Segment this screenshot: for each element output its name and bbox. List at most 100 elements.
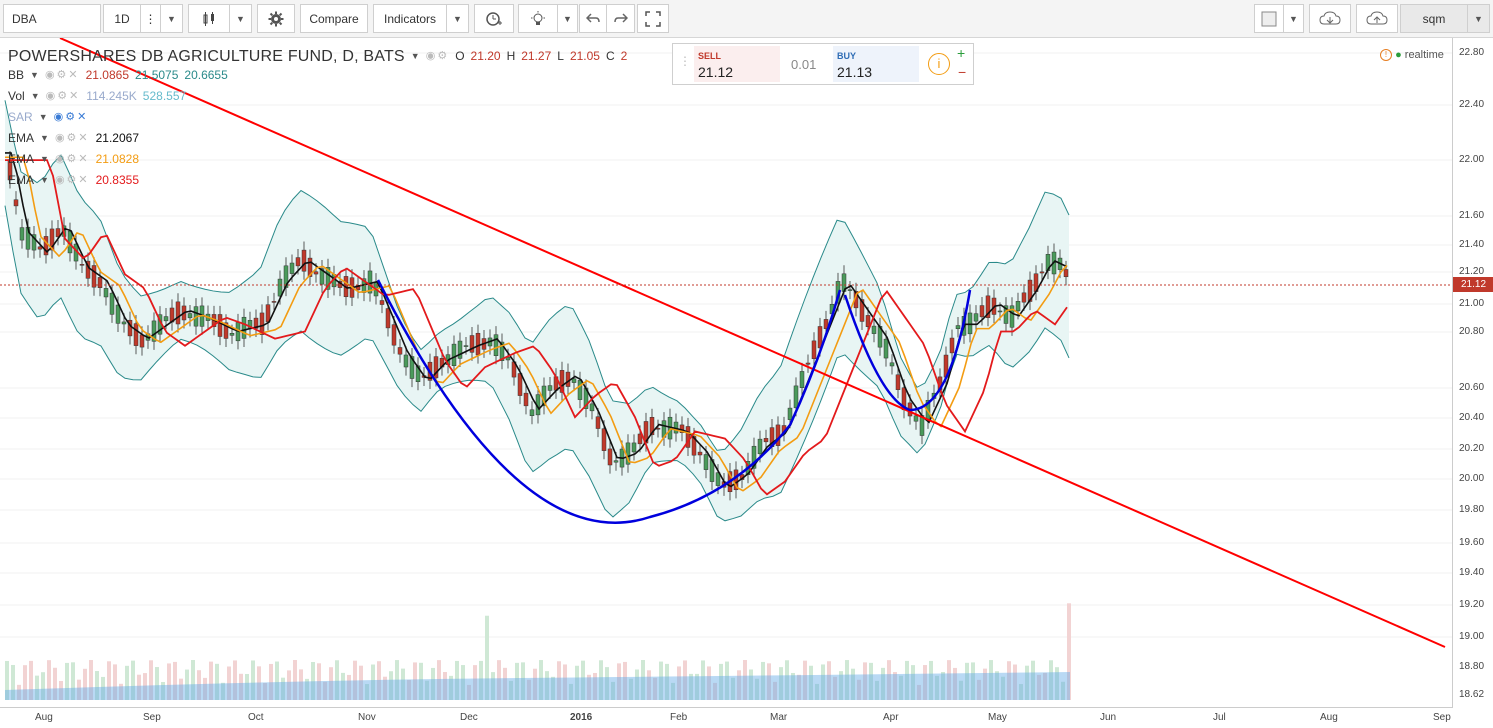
cloud-download-icon[interactable] [1309,4,1351,33]
symbol-input[interactable]: DBA [3,4,101,33]
vol-settings-icons[interactable]: ◉⚙✕ [46,86,81,107]
vol-dropdown-icon[interactable]: ▼ [31,86,40,107]
time-tick: Apr [883,712,899,723]
more-vert-icon[interactable]: ⋮ [141,4,161,33]
sell-button[interactable]: SELL 21.12 [694,46,780,82]
ema1-dropdown-icon[interactable]: ▼ [40,128,49,149]
gear-icon [268,11,284,26]
candle-body [271,301,277,303]
candle-body [79,264,85,266]
candle-body [847,289,853,291]
bb-settings-icons[interactable]: ◉⚙✕ [45,65,80,86]
price-tick: 21.20 [1459,266,1485,277]
compare-button[interactable]: Compare [300,4,368,33]
candle-body [19,227,25,241]
candle-body [955,325,961,330]
time-axis[interactable]: Aug Sep Oct Nov Dec 2016 Feb Mar Apr May Jun Jul Aug… [0,707,1452,728]
candle-body [163,316,169,322]
candle-body [97,277,103,288]
ema3-dropdown-icon[interactable]: ▼ [40,170,49,191]
candle-body [1063,269,1069,278]
ema1-label: EMA [8,131,35,145]
info-icon[interactable]: i [928,53,950,75]
title-settings-icons[interactable]: ◉⚙ [426,46,449,67]
interval-button[interactable]: 1D [103,4,141,33]
candle-body [787,407,793,420]
interval-dropdown-icon[interactable]: ▼ [161,4,183,33]
open-label: O [455,49,465,63]
indicators-dropdown-icon[interactable]: ▼ [447,4,469,33]
time-tick: Sep [1433,712,1451,723]
sell-label: SELL [698,51,722,61]
price-tick: 20.60 [1459,382,1485,393]
warning-icon[interactable]: ! [1380,49,1392,62]
fullscreen-icon[interactable] [637,4,669,33]
candle-body [493,334,499,356]
realtime-indicator: ! ● realtime [1380,49,1444,62]
candles-icon[interactable] [188,4,230,33]
bb-basis: 21.0865 [85,68,130,82]
plus-icon[interactable]: + [957,45,965,61]
bulb-dropdown-icon[interactable]: ▼ [558,4,578,33]
bulb-icon [531,10,545,25]
candle-body [241,316,247,339]
compare-label: Compare [309,11,359,26]
candle-body [631,442,637,453]
top-toolbar: DBA 1D ⋮ ▼ ▼ Compare Indicators ▼ ▼ ▼ sq… [0,0,1493,38]
sar-settings-icons[interactable]: ◉⚙✕ [54,107,89,128]
color-dropdown-icon[interactable]: ▼ [1284,4,1304,33]
indicators-button[interactable]: Indicators [373,4,447,33]
bb-dropdown-icon[interactable]: ▼ [30,65,39,86]
low-value: 21.05 [569,49,600,63]
time-tick: Jul [1213,712,1226,723]
layout-name-button[interactable]: sqm [1400,4,1468,33]
candle-body [763,438,769,443]
candle-body [565,371,571,387]
lightbulb-icon[interactable] [518,4,558,33]
bb-upper: 21.5075 [135,68,179,82]
price-tick: 22.80 [1459,47,1485,58]
price-tick: 19.20 [1459,599,1485,610]
time-tick: 2016 [570,712,593,723]
candle-body [577,380,583,400]
sar-label: SAR [8,110,33,124]
ema3-settings-icons[interactable]: ◉⚙✕ [55,170,90,191]
ema2-settings-icons[interactable]: ◉⚙✕ [55,149,90,170]
interval-text: 1D [114,11,130,26]
redo-icon[interactable] [607,4,635,33]
candlestick-icon [203,11,214,26]
sar-dropdown-icon[interactable]: ▼ [39,107,48,128]
candle-body [463,345,469,347]
minus-icon[interactable]: − [958,64,966,80]
price-tick: 20.00 [1459,473,1485,484]
time-tick: Mar [770,712,788,723]
cloud-upload-icon[interactable] [1356,4,1398,33]
buy-button[interactable]: BUY 21.13 [833,46,919,82]
undo-icon[interactable] [579,4,607,33]
sell-price: 21.12 [698,64,734,80]
title-dropdown-icon[interactable]: ▼ [411,46,420,67]
price-axis[interactable]: 22.80 22.40 22.00 21.60 21.40 21.20 21.00 20.80… [1452,38,1493,708]
candle-body [547,385,553,391]
trade-widget: ⋮⋮ SELL 21.12 0.01 BUY 21.13 i + − [672,43,974,85]
candle-body [289,262,295,274]
ema1-settings-icons[interactable]: ◉⚙✕ [55,128,90,149]
color-square-icon[interactable] [1254,4,1284,33]
alert-clock-icon[interactable] [474,4,514,33]
settings-gear-icon[interactable] [257,4,295,33]
candle-body [517,373,523,396]
candle-body [1015,301,1021,312]
high-label: H [506,49,516,63]
candle-body [133,323,139,346]
price-tick: 21.60 [1459,210,1485,221]
candle-body [697,451,703,456]
cloud-down-icon [1319,10,1341,24]
candle-body [385,308,391,329]
layout-dropdown-icon[interactable]: ▼ [1468,4,1490,33]
vol-label: Vol [8,89,25,103]
price-tick: 21.40 [1459,239,1485,250]
ema2-dropdown-icon[interactable]: ▼ [40,149,49,170]
chart-type-dropdown-icon[interactable]: ▼ [230,4,252,33]
indicators-label: Indicators [383,11,437,26]
candle-body [391,324,397,346]
